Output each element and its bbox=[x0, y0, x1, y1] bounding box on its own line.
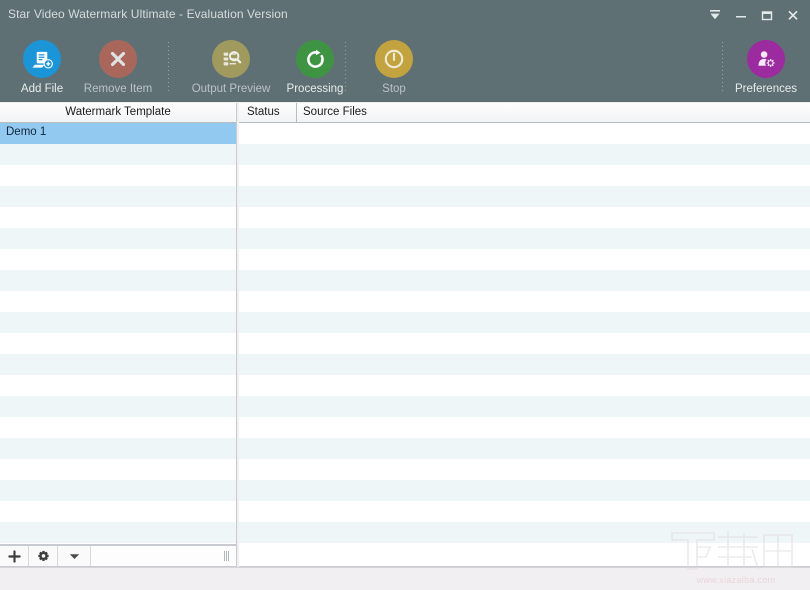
empty-row bbox=[239, 522, 810, 543]
empty-row bbox=[239, 186, 810, 207]
empty-row bbox=[239, 480, 810, 501]
empty-row bbox=[239, 291, 810, 312]
empty-row bbox=[0, 375, 236, 396]
close-button[interactable] bbox=[780, 2, 806, 28]
template-bottom-toolbar bbox=[0, 545, 237, 567]
template-name-field[interactable] bbox=[91, 546, 236, 566]
output-preview-button[interactable]: Output Preview bbox=[189, 30, 273, 102]
empty-row bbox=[0, 438, 236, 459]
empty-row bbox=[239, 249, 810, 270]
empty-row bbox=[239, 165, 810, 186]
chevron-down-icon bbox=[69, 553, 79, 559]
add-template-button[interactable] bbox=[0, 546, 29, 566]
preferences-icon bbox=[747, 40, 785, 78]
preferences-label: Preferences bbox=[734, 83, 797, 95]
empty-row bbox=[239, 312, 810, 333]
empty-row bbox=[239, 270, 810, 291]
remove-item-label: Remove Item bbox=[83, 83, 153, 95]
stop-button[interactable]: Stop bbox=[352, 30, 436, 102]
empty-row bbox=[239, 144, 810, 165]
template-list-item[interactable]: Demo 1 bbox=[0, 123, 236, 144]
window-header: Star Video Watermark Ultimate - Evaluati… bbox=[0, 0, 810, 102]
watermark-template-header: Watermark Template bbox=[0, 103, 236, 123]
empty-row bbox=[239, 228, 810, 249]
empty-row bbox=[239, 459, 810, 480]
toolbar-separator bbox=[722, 42, 723, 92]
empty-row bbox=[0, 249, 236, 270]
empty-row bbox=[0, 354, 236, 375]
plus-icon bbox=[7, 549, 21, 563]
status-footer bbox=[0, 567, 810, 590]
empty-row bbox=[0, 396, 236, 417]
empty-row bbox=[0, 417, 236, 438]
template-list-item-label: Demo 1 bbox=[6, 126, 47, 138]
processing-label: Processing bbox=[286, 83, 344, 95]
empty-row bbox=[0, 270, 236, 291]
empty-row bbox=[0, 480, 236, 501]
remove-item-button[interactable]: Remove Item bbox=[76, 30, 160, 102]
empty-row bbox=[239, 207, 810, 228]
empty-row bbox=[0, 459, 236, 480]
stop-label: Stop bbox=[382, 83, 406, 95]
resize-grip-icon[interactable] bbox=[224, 551, 232, 561]
empty-row bbox=[0, 186, 236, 207]
empty-row bbox=[239, 438, 810, 459]
empty-row bbox=[0, 144, 236, 165]
window-title: Star Video Watermark Ultimate - Evaluati… bbox=[8, 7, 288, 21]
output-preview-icon bbox=[212, 40, 250, 78]
preferences-button[interactable]: Preferences bbox=[724, 30, 808, 102]
template-dropdown-button[interactable] bbox=[58, 546, 91, 566]
template-settings-button[interactable] bbox=[29, 546, 58, 566]
empty-row bbox=[0, 291, 236, 312]
toolbar-separator bbox=[345, 42, 346, 92]
add-file-icon bbox=[23, 40, 61, 78]
main-toolbar: Add File Remove Item Output Preview Proc… bbox=[0, 30, 810, 102]
empty-row bbox=[239, 396, 810, 417]
title-bar[interactable]: Star Video Watermark Ultimate - Evaluati… bbox=[0, 0, 810, 30]
watermark-template-panel: Watermark Template Demo 1 bbox=[0, 103, 237, 545]
source-files-list[interactable] bbox=[239, 123, 810, 564]
empty-row bbox=[239, 333, 810, 354]
empty-row bbox=[239, 417, 810, 438]
gear-icon bbox=[37, 550, 49, 561]
empty-row bbox=[0, 312, 236, 333]
window-controls bbox=[702, 0, 806, 30]
maximize-button[interactable] bbox=[754, 2, 780, 28]
empty-row bbox=[0, 501, 236, 522]
source-files-panel: Status Source Files bbox=[239, 103, 810, 567]
source-files-header: Status Source Files bbox=[239, 103, 810, 123]
column-divider[interactable] bbox=[296, 103, 297, 123]
empty-row bbox=[239, 123, 810, 144]
empty-row bbox=[0, 207, 236, 228]
empty-row bbox=[0, 522, 236, 543]
remove-item-icon bbox=[99, 40, 137, 78]
empty-row bbox=[239, 501, 810, 522]
minimize-button[interactable] bbox=[728, 2, 754, 28]
column-header-status[interactable]: Status bbox=[247, 106, 280, 118]
application-window: Star Video Watermark Ultimate - Evaluati… bbox=[0, 0, 810, 590]
empty-row bbox=[0, 165, 236, 186]
output-preview-label: Output Preview bbox=[191, 83, 271, 95]
toolbar-separator bbox=[168, 42, 169, 92]
column-header-watermark-template: Watermark Template bbox=[65, 106, 171, 118]
watermark-template-list[interactable]: Demo 1 bbox=[0, 123, 236, 543]
add-file-button[interactable]: Add File bbox=[0, 30, 84, 102]
add-file-label: Add File bbox=[20, 83, 64, 95]
column-header-source-files[interactable]: Source Files bbox=[303, 106, 367, 118]
empty-row bbox=[239, 354, 810, 375]
empty-row bbox=[0, 228, 236, 249]
collapse-ribbon-button[interactable] bbox=[702, 2, 728, 28]
empty-row bbox=[0, 333, 236, 354]
empty-row bbox=[239, 375, 810, 396]
processing-icon bbox=[296, 40, 334, 78]
stop-icon bbox=[375, 40, 413, 78]
empty-row bbox=[239, 543, 810, 564]
